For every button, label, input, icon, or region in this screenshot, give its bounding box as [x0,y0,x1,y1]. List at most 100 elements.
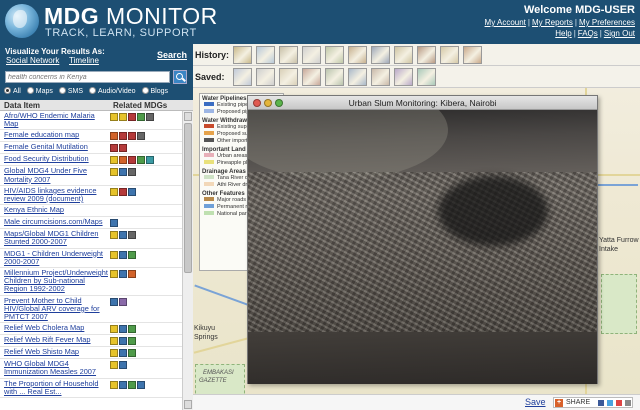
list-item-label[interactable]: Female Genital Mutilation [4,143,110,151]
mdg-goal-icon[interactable] [119,132,127,141]
history-map-thumbnail[interactable] [463,46,482,64]
mdg-goal-icon[interactable] [119,250,127,259]
mdg-goal-icon[interactable] [110,231,118,240]
list-item-label[interactable]: Prevent Mother to Child HIV/Global ARV c… [4,296,110,322]
scroll-thumb[interactable] [184,123,192,273]
mdg-goal-icon[interactable] [119,156,127,165]
mdg-goal-icon[interactable] [119,297,127,306]
scroll-up-arrow-icon[interactable] [184,112,192,121]
list-item-label[interactable]: The Proportion of Household with ... Rea… [4,379,110,396]
history-map-thumbnail[interactable] [302,46,321,64]
list-item[interactable]: Female Genital Mutilation [0,142,182,155]
list-item-label[interactable]: WHO Global MDG4 Immunization Measles 200… [4,360,110,377]
mdg-goal-icon[interactable] [128,168,136,177]
list-item-label[interactable]: Relief Web Cholera Map [4,324,110,332]
mdg-goal-icon[interactable] [110,325,118,334]
mdg-goal-icon[interactable] [110,361,118,370]
saved-map-thumbnail[interactable] [302,68,321,86]
list-item-label[interactable]: Maps/Global MDG1 Children Stunted 2000-2… [4,230,110,247]
search-icon[interactable] [173,70,187,84]
mdg-goal-icon[interactable] [119,187,127,196]
mdg-goal-icon[interactable] [110,219,118,228]
mdg-goal-icon[interactable] [128,250,136,259]
history-map-thumbnail[interactable] [279,46,298,64]
save-link[interactable]: Save [525,397,546,407]
mdg-goal-icon[interactable] [119,231,127,240]
mdg-goal-icon[interactable] [128,349,136,358]
mdg-goal-icon[interactable] [146,113,154,121]
list-item-label[interactable]: HIV/AIDS linkages evidence review 2009 (… [4,186,110,203]
twitter-icon[interactable] [607,400,613,406]
history-map-thumbnail[interactable] [440,46,459,64]
list-item[interactable]: Afro/WHO Endemic Malaria Map [0,111,182,131]
map-view[interactable]: Yatta Furrow Intake Kikuyu Springs EMBAK… [193,44,640,410]
mdg-goal-icon[interactable] [119,380,127,389]
mdg-goal-icon[interactable] [119,349,127,358]
popup-titlebar[interactable]: Urban Slum Monitoring: Kibera, Nairobi [248,96,597,110]
radio-all[interactable]: All [4,87,21,95]
mdg-goal-icon[interactable] [110,156,118,165]
list-scrollbar[interactable] [182,111,193,410]
search-link[interactable]: Search [157,50,187,60]
list-item[interactable]: Millennium Project/Underweight Children … [0,268,182,296]
list-item-label[interactable]: Kenya Ethnic Map [4,206,110,214]
list-item[interactable]: Global MDG4 Under Five Mortality 2007 [0,166,182,186]
mdg-goal-icon[interactable] [110,270,118,279]
list-item[interactable]: Relief Web Cholera Map [0,323,182,336]
saved-map-thumbnail[interactable] [256,68,275,86]
radio-sms[interactable]: SMS [58,87,83,95]
mdg-goal-icon[interactable] [110,113,118,121]
mdg-goal-icon[interactable] [137,156,145,165]
mdg-goal-icon[interactable] [110,132,118,141]
history-map-thumbnail[interactable] [325,46,344,64]
list-item[interactable]: Female education map [0,130,182,143]
saved-map-thumbnail[interactable] [233,68,252,86]
list-item-label[interactable]: Food Security Distribution [4,155,110,163]
facebook-icon[interactable] [598,400,604,406]
list-item-label[interactable]: Female education map [4,131,110,139]
image-popup-window[interactable]: Urban Slum Monitoring: Kibera, Nairobi [247,95,598,384]
sign-out-link[interactable]: Sign Out [604,29,635,38]
list-item[interactable]: WHO Global MDG4 Immunization Measles 200… [0,359,182,379]
email-icon[interactable] [616,400,622,406]
history-map-thumbnail[interactable] [256,46,275,64]
list-item[interactable]: Relief Web Rift Fever Map [0,335,182,348]
mdg-goal-icon[interactable] [128,380,136,389]
list-item[interactable]: Male circumcisions.com/Maps [0,217,182,230]
my-preferences-link[interactable]: My Preferences [579,18,635,27]
saved-map-thumbnail[interactable] [417,68,436,86]
mdg-goal-icon[interactable] [137,132,145,141]
list-item[interactable]: Kenya Ethnic Map [0,205,182,218]
saved-map-thumbnail[interactable] [279,68,298,86]
list-item-label[interactable]: Male circumcisions.com/Maps [4,218,110,226]
list-item[interactable]: HIV/AIDS linkages evidence review 2009 (… [0,186,182,206]
list-item-label[interactable]: Relief Web Shisto Map [4,348,110,356]
list-item[interactable]: Relief Web Shisto Map [0,347,182,360]
list-item[interactable]: The Proportion of Household with ... Rea… [0,379,182,399]
radio-maps[interactable]: Maps [26,87,53,95]
list-item-label[interactable]: Global MDG4 Under Five Mortality 2007 [4,167,110,184]
scroll-down-arrow-icon[interactable] [184,400,192,409]
mdg-goal-icon[interactable] [119,325,127,334]
radio-blogs[interactable]: Blogs [141,87,168,95]
mdg-goal-icon[interactable] [119,168,127,177]
history-map-thumbnail[interactable] [348,46,367,64]
saved-map-thumbnail[interactable] [325,68,344,86]
mdg-goal-icon[interactable] [137,380,145,389]
mdg-goal-icon[interactable] [110,168,118,177]
saved-map-thumbnail[interactable] [394,68,413,86]
mdg-goal-icon[interactable] [128,113,136,121]
mdg-goal-icon[interactable] [110,144,118,153]
mdg-goal-icon[interactable] [119,144,127,153]
history-map-thumbnail[interactable] [417,46,436,64]
history-map-thumbnail[interactable] [371,46,390,64]
saved-map-thumbnail[interactable] [371,68,390,86]
mdg-goal-icon[interactable] [128,187,136,196]
mdg-goal-icon[interactable] [119,361,127,370]
mdg-goal-icon[interactable] [110,349,118,358]
list-item-label[interactable]: Afro/WHO Endemic Malaria Map [4,111,110,128]
mdg-goal-icon[interactable] [119,337,127,346]
mdg-goal-icon[interactable] [128,270,136,279]
list-item-label[interactable]: MDG1 - Children Underweight 2000-2007 [4,249,110,266]
mdg-goal-icon[interactable] [128,231,136,240]
